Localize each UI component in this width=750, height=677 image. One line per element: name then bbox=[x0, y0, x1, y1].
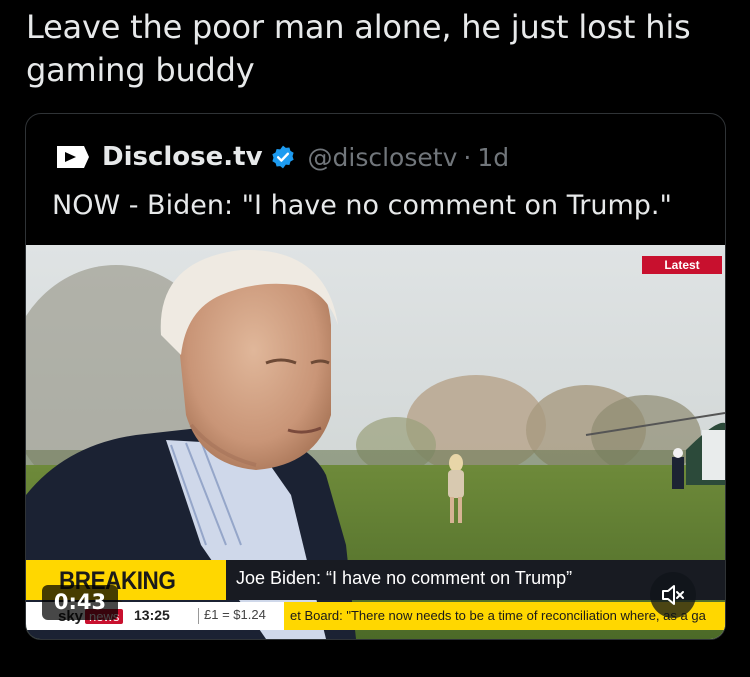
quoted-timestamp[interactable]: 1d bbox=[477, 143, 509, 172]
verified-badge-icon bbox=[271, 145, 294, 169]
quoted-post-header: Disclose.tv @disclosetv · 1d bbox=[54, 140, 509, 174]
quoted-handle[interactable]: @disclosetv bbox=[308, 143, 458, 172]
exchange-rate: £1 = $1.24 bbox=[204, 607, 266, 622]
broadcast-clock: 13:25 bbox=[134, 607, 170, 623]
video-duration: 0:43 bbox=[42, 585, 118, 620]
muted-speaker-icon bbox=[662, 585, 684, 605]
quoted-display-name[interactable]: Disclose.tv bbox=[102, 142, 263, 172]
quoted-post-card[interactable]: Disclose.tv @disclosetv · 1d NOW - Biden… bbox=[25, 113, 726, 640]
video-player[interactable]: Latest BREAKING NEWS Joe Biden: “I have … bbox=[26, 245, 725, 639]
disclose-tv-logo-icon[interactable] bbox=[54, 142, 90, 172]
quoted-post-text: NOW - Biden: "I have no comment on Trump… bbox=[52, 190, 672, 221]
headline-text: Joe Biden: “I have no comment on Trump” bbox=[236, 568, 573, 588]
breaking-news-ticker: BREAKING NEWS Joe Biden: “I have no comm… bbox=[26, 560, 725, 624]
mute-toggle-button[interactable] bbox=[650, 572, 696, 618]
ticker-divider bbox=[198, 608, 199, 624]
latest-tag: Latest bbox=[642, 256, 722, 274]
post-text: Leave the poor man alone, he just lost h… bbox=[26, 8, 691, 89]
news-crawl-bar: sky news 13:25 £1 = $1.24 et Board: "The… bbox=[26, 602, 725, 630]
separator-dot: · bbox=[463, 142, 472, 172]
crawl-text: et Board: "There now needs to be a time … bbox=[290, 608, 706, 623]
